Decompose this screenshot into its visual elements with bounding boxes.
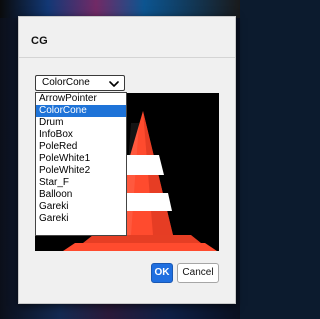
- cone-base-top: [83, 235, 201, 243]
- dropdown-option[interactable]: Gareki: [36, 201, 126, 213]
- dropdown-option[interactable]: InfoBox: [36, 129, 126, 141]
- dropdown-option[interactable]: Gareki: [36, 213, 126, 225]
- dropdown-option[interactable]: PoleRed: [36, 141, 126, 153]
- dropdown-option-selected[interactable]: ColorCone: [36, 105, 126, 117]
- cg-select[interactable]: ColorCone: [35, 75, 125, 91]
- cg-dropdown-list[interactable]: ArrowPointer ColorCone Drum InfoBox Pole…: [35, 92, 127, 236]
- dropdown-option[interactable]: Balloon: [36, 189, 126, 201]
- chevron-down-icon: [109, 81, 119, 87]
- dropdown-option[interactable]: Star_F: [36, 177, 126, 189]
- dropdown-option[interactable]: ArrowPointer: [36, 93, 126, 105]
- dropdown-option[interactable]: PoleWhite2: [36, 165, 126, 177]
- cancel-button[interactable]: Cancel: [177, 263, 219, 283]
- dropdown-option[interactable]: PoleWhite1: [36, 153, 126, 165]
- dropdown-option[interactable]: Drum: [36, 117, 126, 129]
- dialog-title: CG: [31, 35, 48, 47]
- cg-select-value: ColorCone: [42, 77, 90, 88]
- cg-dialog: CG ColorCone ArrowPointer ColorCone Drum…: [18, 16, 236, 304]
- cone-base: [63, 243, 217, 251]
- title-divider: [19, 57, 235, 58]
- ok-button[interactable]: OK: [151, 263, 173, 283]
